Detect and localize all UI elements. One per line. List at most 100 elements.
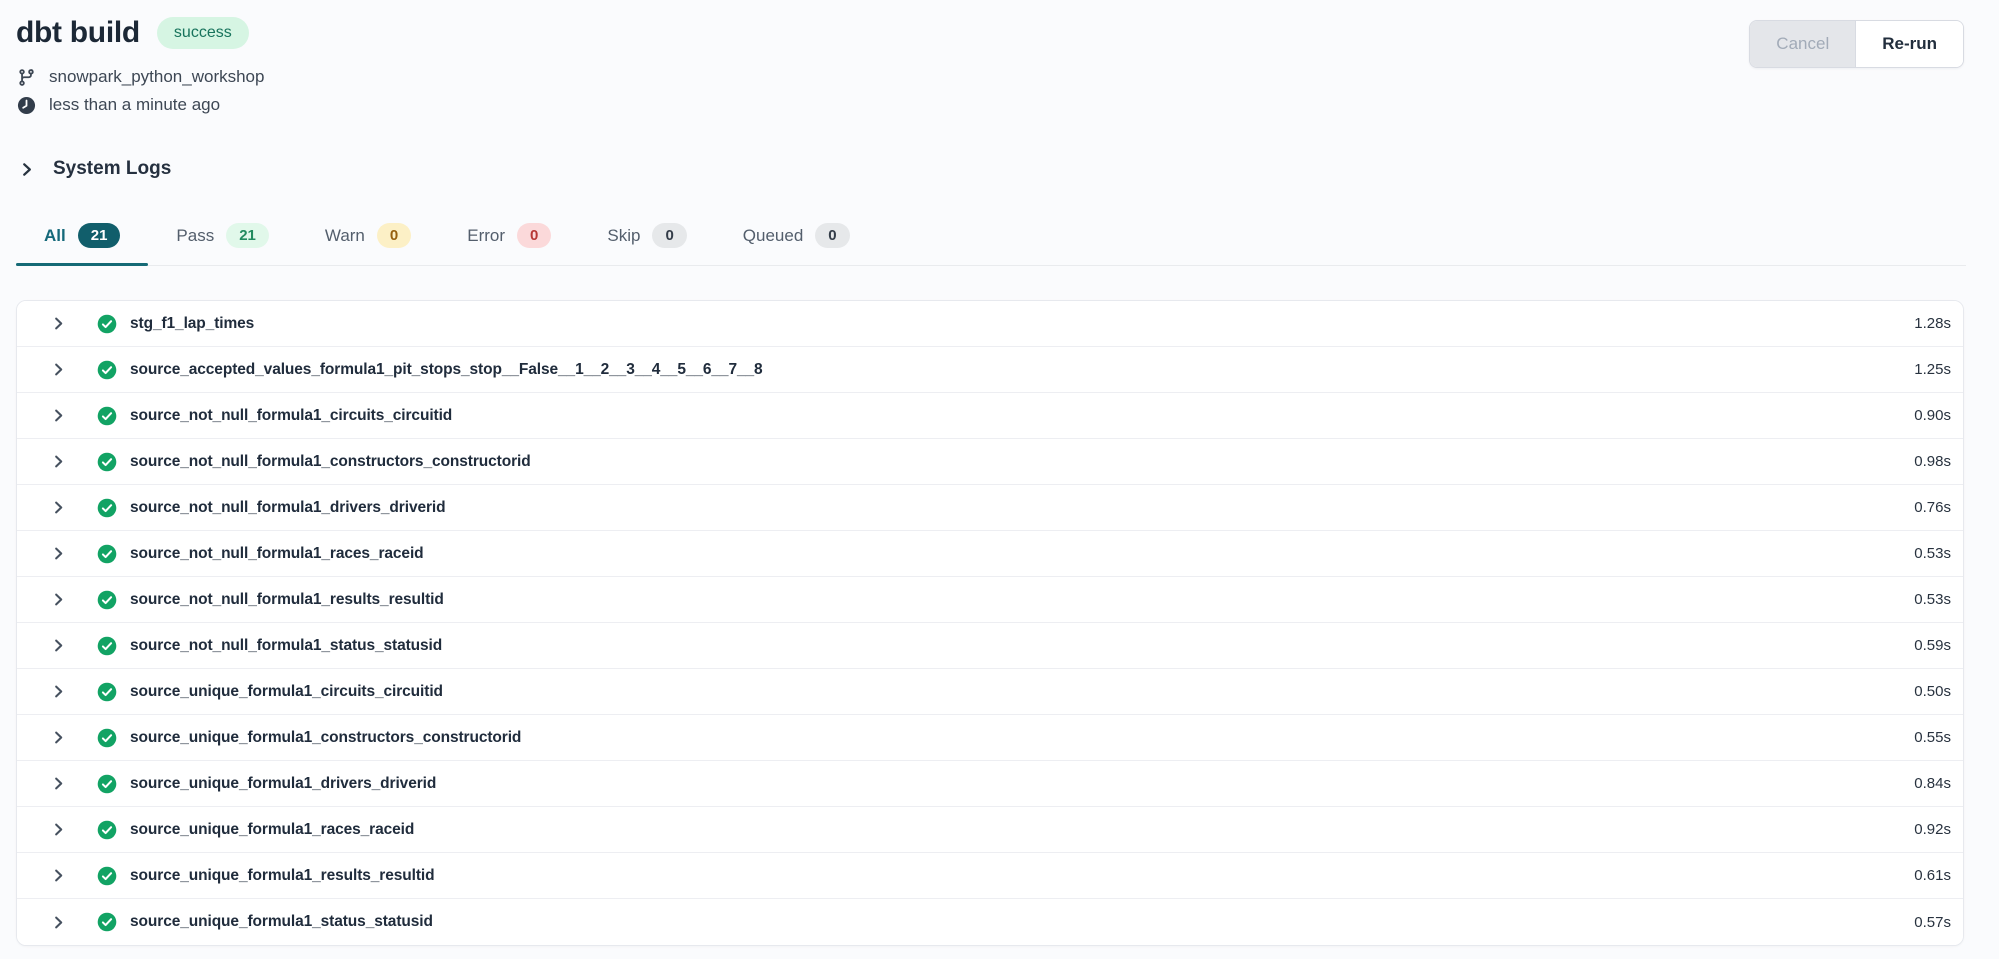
result-row: source_not_null_formula1_results_resulti… [17,577,1963,623]
run-time: less than a minute ago [49,95,220,115]
expand-chevron-icon[interactable] [51,915,66,930]
expand-chevron-icon[interactable] [51,546,66,561]
result-row: source_unique_formula1_circuits_circuiti… [17,669,1963,715]
chevron-right-icon [20,162,35,177]
tab-label: Skip [607,226,640,246]
tab-count-badge: 0 [517,223,551,248]
result-name: source_unique_formula1_circuits_circuiti… [130,683,443,701]
result-duration: 0.61s [1914,867,1951,884]
expand-chevron-icon[interactable] [51,408,66,423]
result-row: source_accepted_values_formula1_pit_stop… [17,347,1963,393]
success-check-icon [97,544,117,564]
success-check-icon [97,728,117,748]
tab-queued[interactable]: Queued 0 [715,219,878,265]
result-row: stg_f1_lap_times 1.28s [17,301,1963,347]
result-duration: 0.84s [1914,775,1951,792]
tab-count-badge: 21 [78,223,121,248]
success-check-icon [97,636,117,656]
result-name: source_not_null_formula1_races_raceid [130,545,424,563]
result-name: stg_f1_lap_times [130,315,254,333]
result-row: source_unique_formula1_races_raceid 0.92… [17,807,1963,853]
success-check-icon [97,866,117,886]
run-header: dbt build success Cancel Re-run snowpark… [0,0,1999,115]
result-row: source_not_null_formula1_status_statusid… [17,623,1963,669]
result-duration: 1.25s [1914,361,1951,378]
result-duration: 0.90s [1914,407,1951,424]
result-row: source_not_null_formula1_races_raceid 0.… [17,531,1963,577]
result-duration: 0.59s [1914,637,1951,654]
result-duration: 0.50s [1914,683,1951,700]
success-check-icon [97,682,117,702]
tab-label: Queued [743,226,804,246]
success-check-icon [97,912,117,932]
success-check-icon [97,820,117,840]
success-check-icon [97,590,117,610]
tab-label: Warn [325,226,365,246]
git-branch-icon [17,68,36,87]
branch-row: snowpark_python_workshop [16,67,1964,87]
expand-chevron-icon[interactable] [51,822,66,837]
tab-warn[interactable]: Warn 0 [297,219,439,265]
result-row: source_unique_formula1_results_resultid … [17,853,1963,899]
result-duration: 1.28s [1914,315,1951,332]
tab-count-badge: 0 [815,223,849,248]
clock-icon [17,96,36,115]
success-check-icon [97,314,117,334]
branch-name: snowpark_python_workshop [49,67,264,87]
result-name: source_not_null_formula1_circuits_circui… [130,407,452,425]
expand-chevron-icon[interactable] [51,776,66,791]
success-check-icon [97,452,117,472]
result-duration: 0.98s [1914,453,1951,470]
result-name: source_unique_formula1_results_resultid [130,867,434,885]
expand-chevron-icon[interactable] [51,454,66,469]
tab-all[interactable]: All 21 [16,219,148,265]
tab-count-badge: 0 [652,223,686,248]
system-logs-toggle[interactable]: System Logs [20,158,171,180]
run-actions: Cancel Re-run [1749,20,1964,68]
result-duration: 0.57s [1914,914,1951,931]
expand-chevron-icon[interactable] [51,316,66,331]
tab-pass[interactable]: Pass 21 [148,219,296,265]
status-badge: success [157,17,249,49]
expand-chevron-icon[interactable] [51,684,66,699]
expand-chevron-icon[interactable] [51,500,66,515]
tab-label: Pass [176,226,214,246]
result-duration: 0.53s [1914,545,1951,562]
expand-chevron-icon[interactable] [51,362,66,377]
success-check-icon [97,406,117,426]
title-row: dbt build success [16,16,1964,50]
success-check-icon [97,774,117,794]
result-row: source_unique_formula1_status_statusid 0… [17,899,1963,945]
result-name: source_not_null_formula1_constructors_co… [130,453,531,471]
rerun-button[interactable]: Re-run [1855,21,1963,67]
tab-skip[interactable]: Skip 0 [579,219,714,265]
result-name: source_accepted_values_formula1_pit_stop… [130,361,763,379]
expand-chevron-icon[interactable] [51,638,66,653]
result-name: source_not_null_formula1_status_statusid [130,637,442,655]
tab-error[interactable]: Error 0 [439,219,579,265]
system-logs-label: System Logs [53,158,171,180]
tab-label: Error [467,226,505,246]
result-duration: 0.53s [1914,591,1951,608]
expand-chevron-icon[interactable] [51,730,66,745]
result-name: source_not_null_formula1_drivers_driveri… [130,499,446,517]
expand-chevron-icon[interactable] [51,868,66,883]
tab-bar: All 21 Pass 21 Warn 0 Error 0 Skip 0 Que… [16,219,1966,266]
result-row: source_unique_formula1_drivers_driverid … [17,761,1963,807]
result-row: source_not_null_formula1_circuits_circui… [17,393,1963,439]
result-name: source_not_null_formula1_results_resulti… [130,591,444,609]
time-row: less than a minute ago [16,95,1964,115]
cancel-button[interactable]: Cancel [1750,21,1855,67]
expand-chevron-icon[interactable] [51,592,66,607]
tab-label: All [44,226,66,246]
page-title: dbt build [16,16,140,50]
result-row: source_unique_formula1_constructors_cons… [17,715,1963,761]
result-row: source_not_null_formula1_drivers_driveri… [17,485,1963,531]
success-check-icon [97,360,117,380]
result-name: source_unique_formula1_status_statusid [130,913,433,931]
result-duration: 0.76s [1914,499,1951,516]
results-list: stg_f1_lap_times 1.28s source_accepted_v… [16,300,1964,946]
success-check-icon [97,498,117,518]
result-duration: 0.55s [1914,729,1951,746]
result-row: source_not_null_formula1_constructors_co… [17,439,1963,485]
